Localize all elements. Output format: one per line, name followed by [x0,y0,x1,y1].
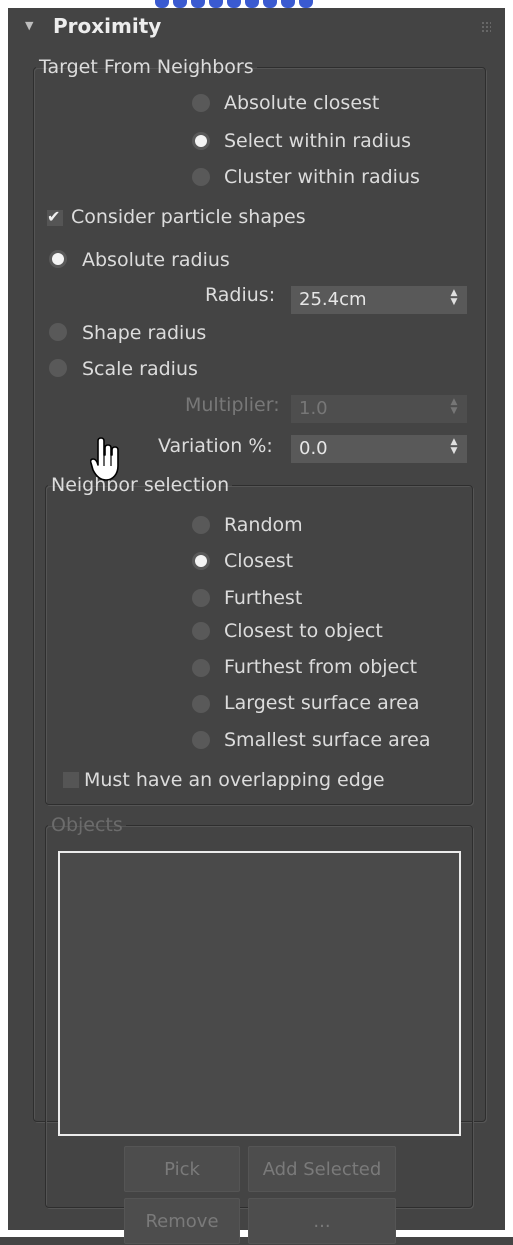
radio-furthest[interactable] [192,589,210,607]
multiplier-value: 1.0 [299,398,328,419]
more-options-button[interactable]: ... [248,1198,396,1244]
multiplier-label: Multiplier: [185,394,280,416]
rollout-title: Proximity [53,14,162,38]
radio-select-within-radius-label[interactable]: Select within radius [224,130,411,152]
variation-value[interactable]: 0.0 [299,438,328,459]
radio-absolute-radius-label[interactable]: Absolute radius [82,249,230,271]
radio-shape-radius[interactable] [49,323,67,341]
spinner-arrows-icon[interactable]: ▲ ▼ [450,289,458,307]
radio-closest[interactable] [192,552,210,570]
spinner-arrows-icon: ▲ ▼ [450,397,458,416]
radio-furthest-from-object-label[interactable]: Furthest from object [224,656,417,678]
objects-list[interactable] [58,851,461,1136]
variation-spinner[interactable]: 0.0 ▲ ▼ [291,435,467,463]
add-selected-button[interactable]: Add Selected [248,1146,396,1192]
radius-label: Radius: [205,284,276,306]
pick-button[interactable]: Pick [124,1146,240,1192]
radio-cluster-within-radius-label[interactable]: Cluster within radius [224,166,420,188]
radio-largest-surface-area-label[interactable]: Largest surface area [224,692,419,714]
consider-particle-shapes-checkbox[interactable] [47,207,63,226]
radius-spinner[interactable]: 25.4cm ▲ ▼ [291,286,467,314]
radio-closest-to-object-label[interactable]: Closest to object [224,620,383,642]
radio-random-label[interactable]: Random [224,514,303,536]
consider-particle-shapes-label[interactable]: Consider particle shapes [71,206,306,228]
right-edge [505,0,513,1237]
triangle-down-icon[interactable]: ▼ [25,19,33,32]
radio-closest-to-object[interactable] [192,622,210,640]
group-legend: Target From Neighbors [39,56,254,78]
radio-absolute-radius[interactable] [49,250,67,268]
radio-smallest-surface-area[interactable] [192,731,210,749]
left-edge [0,0,8,1237]
radio-absolute-closest[interactable] [192,94,210,112]
radio-furthest-from-object[interactable] [192,659,210,677]
radio-furthest-label[interactable]: Furthest [224,587,302,609]
overlapping-edge-checkbox[interactable] [63,772,79,788]
radio-shape-radius-label[interactable]: Shape radius [82,322,206,344]
radius-value[interactable]: 25.4cm [299,289,367,310]
radio-select-within-radius[interactable] [192,132,210,150]
radio-absolute-closest-label[interactable]: Absolute closest [224,92,379,114]
overlapping-edge-label[interactable]: Must have an overlapping edge [84,769,385,791]
grip-dots-icon[interactable] [481,21,491,33]
radio-smallest-surface-area-label[interactable]: Smallest surface area [224,729,430,751]
rollout-header-proximity[interactable]: ▼ Proximity [8,8,505,50]
group-legend: Neighbor selection [51,474,230,496]
spinner-arrows-icon[interactable]: ▲ ▼ [450,438,458,456]
clipped-text-fragment [155,0,325,8]
top-edge [0,0,513,8]
remove-button[interactable]: Remove [124,1198,240,1244]
multiplier-spinner: 1.0 ▲ ▼ [291,395,467,423]
variation-label: Variation %: [158,435,273,457]
radio-largest-surface-area[interactable] [192,695,210,713]
radio-closest-label[interactable]: Closest [224,550,293,572]
radio-cluster-within-radius[interactable] [192,168,210,186]
radio-scale-radius-label[interactable]: Scale radius [82,358,198,380]
radio-scale-radius[interactable] [49,359,67,377]
radio-random[interactable] [192,516,210,534]
hand-pointer-icon [90,437,119,481]
group-legend: Objects [51,814,123,836]
